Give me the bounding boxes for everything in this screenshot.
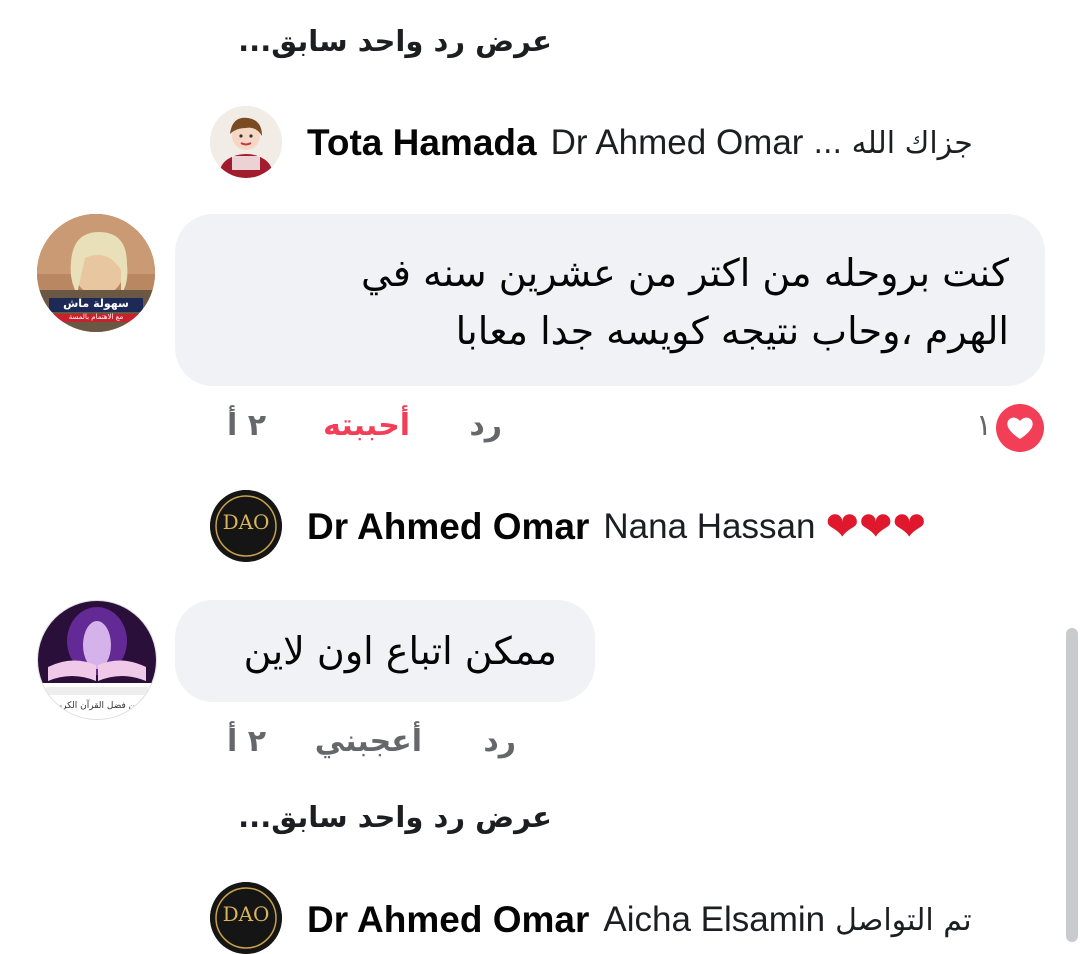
reply-mention-tag[interactable]: Dr Ahmed Omar [551,123,804,163]
comment-time: ٢ أ [226,408,266,443]
view-previous-reply-link[interactable]: عرض رد واحد سابق... [212,24,552,58]
like-button[interactable]: أعجبني [300,724,422,759]
avatar-illustration-icon [210,106,282,178]
reply-button[interactable]: رد [452,408,502,443]
reply-author-name[interactable]: Dr Ahmed Omar [307,506,589,548]
comment-text: ممكن اتباع اون لاين [243,629,557,673]
avatar-dr-ahmed-omar[interactable]: DAO [210,882,282,954]
reply-hearts-text: ❤❤❤ [825,504,926,550]
avatar-tota-hamada[interactable] [210,106,282,178]
reply-author-name[interactable]: Dr Ahmed Omar [307,899,589,941]
view-previous-reply-link[interactable]: عرض رد واحد سابق... [212,800,552,834]
reply-author-name[interactable]: Tota Hamada [307,122,537,164]
reply-dr-ahmed-omar-1: Dr Ahmed Omar Nana Hassan ❤❤❤ [307,502,926,552]
reply-text: تم التواصل [835,902,972,938]
avatar-caption-text: مع الاهتمام بالمسة [68,313,124,321]
reply-dr-ahmed-omar-2: Dr Ahmed Omar Aicha Elsamin تم التواصل [307,895,972,945]
reaction-count[interactable]: ١ [962,408,992,443]
reply-text: جزاك الله ... [813,125,973,161]
heart-reaction-icon[interactable] [996,404,1044,452]
avatar-commenter-2[interactable]: من فضل القرآن الكريم [37,600,157,720]
comment-bubble-1[interactable]: كنت بروحله من اكتر من عشرين سنه في الهرم… [175,214,1045,386]
comment-bubble-2[interactable]: ممكن اتباع اون لاين [175,600,595,702]
avatar-caption-text: من فضل القرآن الكريم [53,701,141,711]
reply-mention-tag[interactable]: Aicha Elsamin [603,900,825,940]
reply-tota-hamada: Tota Hamada Dr Ahmed Omar جزاك الله ... [307,118,973,168]
avatar-banner-text: سهولة ماش [63,297,129,310]
avatar-dr-ahmed-omar[interactable]: DAO [210,490,282,562]
avatar-commenter-1[interactable]: سهولة ماش مع الاهتمام بالمسة [37,214,155,332]
scrollbar[interactable] [1066,628,1078,942]
comment-text-line-2: الهرم ،وحاب نتيجه كويسه جدا معابا [455,309,1009,353]
love-reaction-button[interactable]: أحببته [300,408,410,443]
comment-text-line-1: كنت بروحله من اكتر من عشرين سنه في [361,251,1009,295]
reply-button[interactable]: رد [466,724,516,759]
logo-text: DAO [222,902,270,926]
reply-mention-tag[interactable]: Nana Hassan [603,507,815,547]
comment-time: ٢ أ [226,724,266,759]
logo-text: DAO [222,510,270,534]
